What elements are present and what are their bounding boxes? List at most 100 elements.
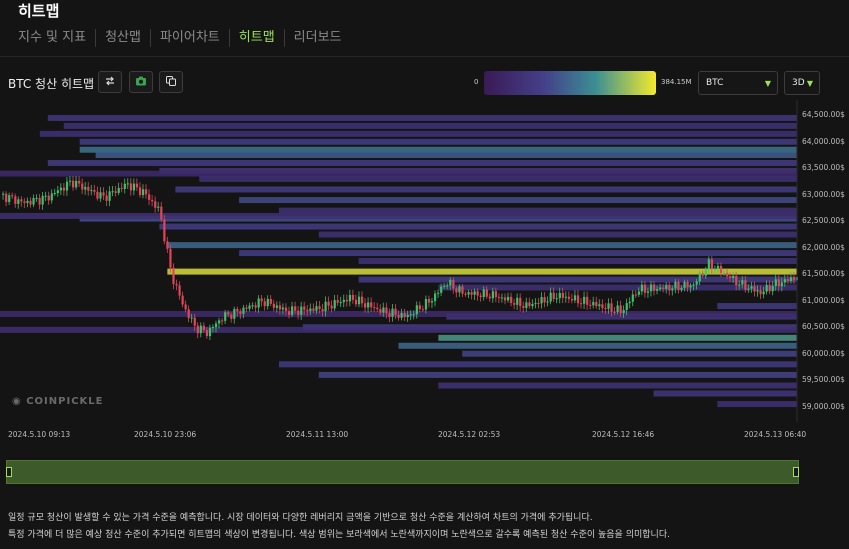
candle-body [154,201,157,208]
candle-body [287,311,291,315]
heatmap-band [0,326,797,333]
candle-body [628,301,631,304]
candle-body [269,298,272,304]
candle-body [364,303,367,308]
camera-icon [135,75,147,90]
x-tick-label: 2024.5.13 06:40 [744,430,807,439]
navigator-left-handle[interactable] [6,467,12,477]
candle-body [443,285,446,287]
screenshot-button[interactable] [129,71,153,93]
tab-heatmap[interactable]: 히트맵 [228,29,284,47]
candle-body [780,282,783,287]
candle-body [321,309,324,312]
candle-body [659,287,662,290]
navigator-right-handle[interactable] [793,467,799,477]
candle-body [507,296,510,301]
heatmap-band [0,170,797,177]
candle-body [738,284,741,286]
candle-body [713,268,717,270]
candle-body [473,291,476,295]
candle-body [768,285,771,292]
candle-body [379,309,382,313]
candle-body [2,193,5,195]
candle-body [148,194,151,200]
candle-body [56,190,59,194]
candle-body [510,296,513,304]
swap-button[interactable] [98,71,122,93]
candle-body [315,306,318,311]
candle-body [467,292,470,295]
candle-body [403,313,406,318]
candle-body [400,313,403,318]
candle-body [117,187,120,193]
tab-fire-chart[interactable]: 파이어차트 [149,29,229,47]
tab-liquidation-map[interactable]: 청산맵 [95,29,150,47]
candle-body [634,294,637,296]
candle-body [668,285,671,291]
candle-body [99,192,102,199]
candle-body [108,191,111,201]
period-select[interactable]: 3D ▼ [784,71,820,95]
candle-body [211,327,215,329]
candle-body [190,317,193,319]
candle-body [576,295,580,304]
heatmap-band [167,242,797,249]
candle-body [461,286,464,294]
candle-body [674,281,677,289]
candle-body [297,310,300,315]
candle-body [324,301,327,312]
candle-body [208,327,212,337]
candle-body [598,304,601,307]
liquidation-heatmap-chart[interactable] [0,100,798,422]
candle-body [233,308,236,319]
candle-body [643,284,647,293]
y-tick-label: 62,500.00$ [802,216,845,226]
candle-body [619,305,622,314]
copy-button[interactable] [159,71,183,93]
candle-body [327,301,330,306]
candle-body [479,295,482,298]
candle-body [710,259,714,269]
candle-body [32,197,35,205]
candle-body [84,186,87,190]
candle-body [248,305,251,309]
candle-body [586,296,589,305]
candle-body [35,197,38,199]
candle-body [300,306,303,315]
candle-body [5,193,8,203]
candle-body [580,303,583,305]
candle-body [178,285,181,296]
candle-body [409,314,412,316]
candle-body [406,314,409,318]
candle-body [251,305,254,307]
candle-body [111,191,114,193]
y-tick-label: 63,000.00$ [802,189,845,199]
candle-body [59,187,63,191]
candle-body [348,294,352,302]
candle-body [345,299,348,302]
candle-body [275,305,279,308]
candle-body [78,180,81,184]
candle-body [138,187,142,196]
heatmap-band [318,231,797,238]
tab-index-indicators[interactable]: 지수 및 지표 [18,29,95,47]
candle-body [373,307,376,309]
candle-body [732,275,735,279]
candle-body [257,298,260,308]
candle-body [653,284,656,291]
candle-body [102,192,105,196]
swap-arrows-icon [104,75,116,90]
y-tick-label: 60,500.00$ [802,322,845,332]
candle-body [342,299,345,303]
coin-select[interactable]: BTC ▼ [698,71,778,95]
candle-body [424,299,428,310]
candle-body [196,325,199,334]
candle-body [303,306,306,310]
heatmap-band [318,371,797,378]
x-tick-label: 2024.5.12 16:46 [592,430,655,439]
tab-leaderboard[interactable]: 리더보드 [283,29,351,47]
time-range-navigator[interactable] [6,460,799,484]
color-scale-min: 0 [474,78,479,86]
candle-body [583,296,586,304]
candle-body [135,183,139,188]
